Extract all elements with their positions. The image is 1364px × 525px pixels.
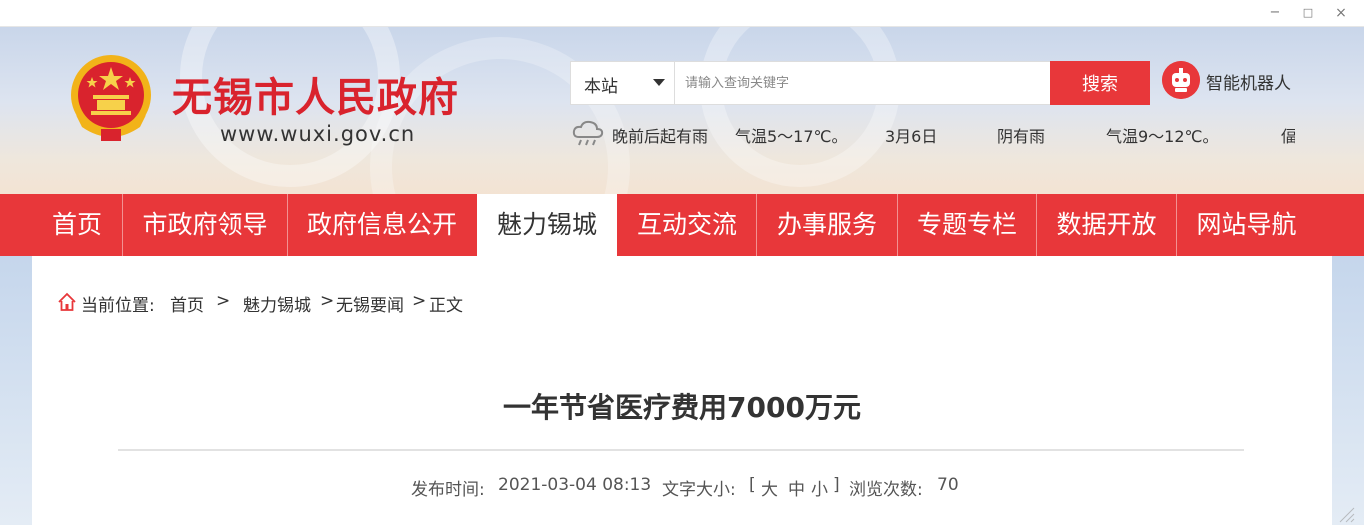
home-icon [58, 292, 76, 311]
nav-item-charm-city[interactable]: 魅力锡城 [477, 194, 617, 256]
weather-tonight-temp: 气温5～17℃。 [735, 127, 848, 146]
font-size-bracket-open: [ [749, 475, 756, 495]
nav-item-interaction[interactable]: 互动交流 [618, 194, 756, 256]
decor-swirl [700, 27, 900, 187]
search-box: 本站 搜索 [570, 61, 1150, 105]
nav-item-open-data[interactable]: 数据开放 [1037, 194, 1176, 256]
font-size-small-button[interactable]: 小 [811, 475, 828, 500]
breadcrumb-separator: > [412, 291, 427, 311]
resize-grip-icon[interactable] [1332, 500, 1356, 524]
weather-tonight: 晚前后起有雨 [612, 127, 709, 146]
publish-time: 2021-03-04 08:13 [498, 475, 652, 495]
article-title: 一年节省医疗费用7000万元 [503, 391, 861, 424]
robot-label[interactable]: 智能机器人 [1206, 69, 1291, 94]
nav-item-leaders[interactable]: 市政府领导 [123, 194, 287, 256]
weather-overflow-text: 偪 [1281, 127, 1295, 146]
site-url: www.wuxi.gov.cn [220, 122, 416, 146]
publish-label: 发布时间: [411, 480, 485, 500]
article-panel: 当前位置: 首页 > 魅力锡城 > 无锡要闻 > 正文 一年节省医疗费用7000… [32, 256, 1332, 525]
font-size-large-button[interactable]: 大 [761, 475, 778, 500]
window-titlebar: − □ × [0, 0, 1364, 27]
site-title[interactable]: 无锡市人民政府 [172, 65, 459, 123]
caret-down-icon [653, 79, 665, 86]
close-button[interactable]: × [1327, 4, 1355, 22]
rain-cloud-icon [572, 120, 604, 146]
minimize-button[interactable]: − [1261, 4, 1289, 22]
title-divider [118, 449, 1244, 451]
nav-item-gov-info[interactable]: 政府信息公开 [288, 194, 476, 256]
font-size-label: 文字大小: [662, 480, 736, 500]
weather-condition: 阴有雨 [997, 127, 1046, 146]
views-count: 70 [937, 475, 959, 495]
nav-item-home[interactable]: 首页 [32, 194, 122, 256]
nav-item-services[interactable]: 办事服务 [757, 194, 897, 256]
site-header: 无锡市人民政府 www.wuxi.gov.cn 本站 搜索 智能机器人 晚前后起… [0, 27, 1364, 194]
search-button[interactable]: 搜索 [1050, 61, 1150, 105]
breadcrumb-home[interactable]: 首页 [170, 291, 204, 316]
robot-icon[interactable] [1162, 61, 1200, 99]
weather-temp: 气温9～12℃。 [1106, 127, 1219, 146]
nav-item-topics[interactable]: 专题专栏 [898, 194, 1036, 256]
search-scope-value: 本站 [584, 77, 618, 97]
main-nav: 首页 市政府领导 政府信息公开 魅力锡城 互动交流 办事服务 专题专栏 数据开放… [0, 194, 1364, 256]
weather-date: 3月6日 [885, 127, 938, 146]
breadcrumb-subsection[interactable]: 无锡要闻 [336, 291, 404, 316]
breadcrumb-prefix: 当前位置: [81, 296, 155, 316]
nav-item-site-map[interactable]: 网站导航 [1177, 194, 1316, 256]
national-emblem-logo [71, 55, 151, 141]
font-size-medium-button[interactable]: 中 [788, 475, 805, 500]
breadcrumb-separator: > [320, 291, 335, 311]
views-label: 浏览次数: [849, 480, 923, 500]
breadcrumb-separator: > [216, 291, 231, 311]
search-input[interactable] [676, 62, 1050, 104]
search-scope-select[interactable]: 本站 [571, 62, 675, 104]
maximize-button[interactable]: □ [1294, 4, 1322, 22]
breadcrumb-section[interactable]: 魅力锡城 [243, 291, 311, 316]
breadcrumb-current: 正文 [429, 296, 463, 316]
font-size-bracket-close: ] [833, 475, 840, 495]
